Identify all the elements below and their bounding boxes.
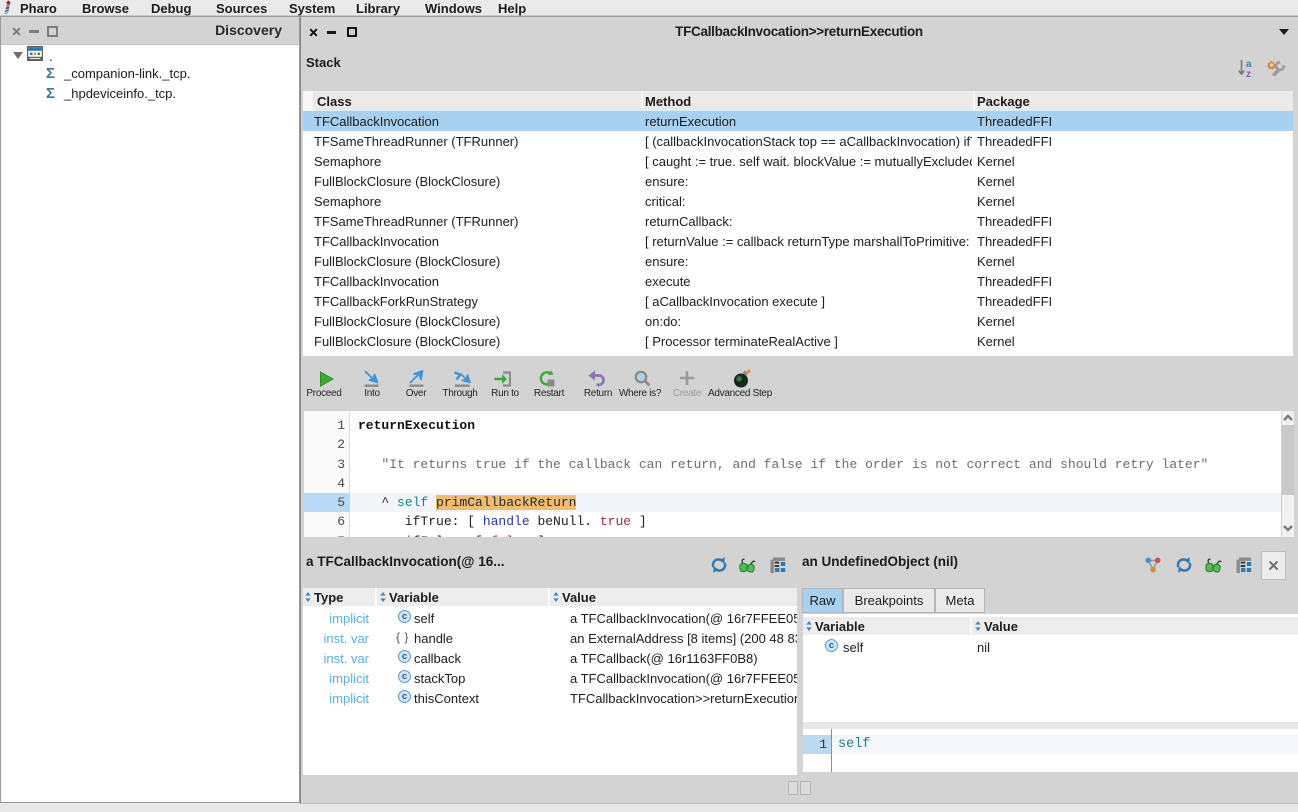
svg-text:z: z [1246,69,1251,78]
